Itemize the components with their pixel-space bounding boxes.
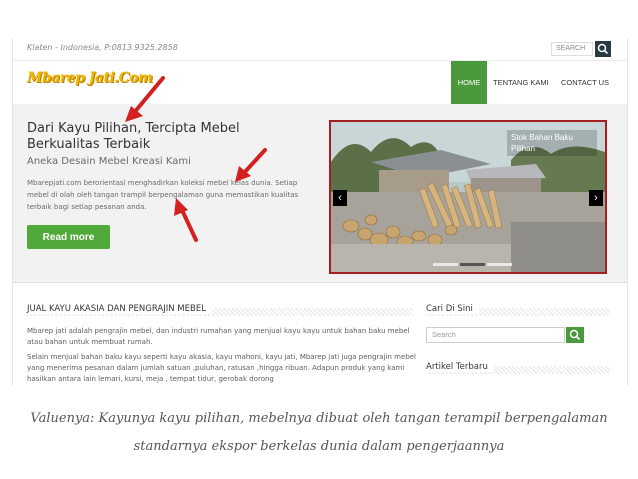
top-search-button[interactable] xyxy=(595,41,611,57)
slider-dot[interactable] xyxy=(433,263,458,266)
top-bar: Klaten - Indonesia, P:0813.9325.2858 SEA… xyxy=(13,38,627,61)
sidebar-search-button[interactable] xyxy=(566,327,584,343)
annotation-arrow-icon xyxy=(174,198,198,242)
slide-caption: Stok Bahan Baku Pilihan xyxy=(507,130,597,156)
search-icon xyxy=(569,329,581,341)
main-section-title: JUAL KAYU AKASIA DAN PENGRAJIN MEBEL xyxy=(27,304,212,314)
slide-caption-text: Valuenya: Kayunya kayu pilihan, mebelnya… xyxy=(30,411,608,454)
website-screenshot: Klaten - Indonesia, P:0813.9325.2858 SEA… xyxy=(12,38,628,386)
top-search-input[interactable]: SEARCH xyxy=(551,42,593,56)
slider-prev-button[interactable]: ‹ xyxy=(333,190,347,206)
annotation-arrow-icon xyxy=(235,148,267,182)
slider-next-button[interactable]: › xyxy=(589,190,603,206)
chevron-right-icon: › xyxy=(594,192,598,204)
main-paragraph: Selain menjual bahan baku kayu seperti k… xyxy=(27,353,416,383)
nav-home[interactable]: HOME xyxy=(451,61,487,104)
nav-contact-us[interactable]: CONTACT US xyxy=(561,61,609,104)
sidebar-search-input[interactable]: Search xyxy=(426,327,565,343)
search-icon xyxy=(597,43,609,55)
read-more-button[interactable]: Read more xyxy=(27,225,110,249)
site-header: Mbarep Jati.Com HOME TENTANG KAMI CONTAC… xyxy=(13,61,627,104)
slider-pagination xyxy=(433,263,512,266)
image-slider[interactable]: Stok Bahan Baku Pilihan ‹ › xyxy=(329,120,607,274)
slider-dot-active[interactable] xyxy=(460,263,485,266)
hero-section: Dari Kayu Pilihan, Tercipta Mebel Berkua… xyxy=(13,104,627,283)
main-paragraph: Mbarep jati adalah pengrajin mebel, dan … xyxy=(27,327,410,346)
contact-info: Klaten - Indonesia, P:0813.9325.2858 xyxy=(27,43,178,52)
annotation-arrow-icon xyxy=(125,76,165,122)
hero-subtitle: Aneka Desain Mebel Kreasi Kami xyxy=(27,156,191,167)
nav-tentang-kami[interactable]: TENTANG KAMI xyxy=(493,61,549,104)
slider-dot[interactable] xyxy=(487,263,512,266)
chevron-left-icon: ‹ xyxy=(338,192,342,204)
sidebar-search-title: Cari Di Sini xyxy=(426,304,479,314)
sidebar-recent-title: Artikel Terbaru xyxy=(426,362,494,372)
